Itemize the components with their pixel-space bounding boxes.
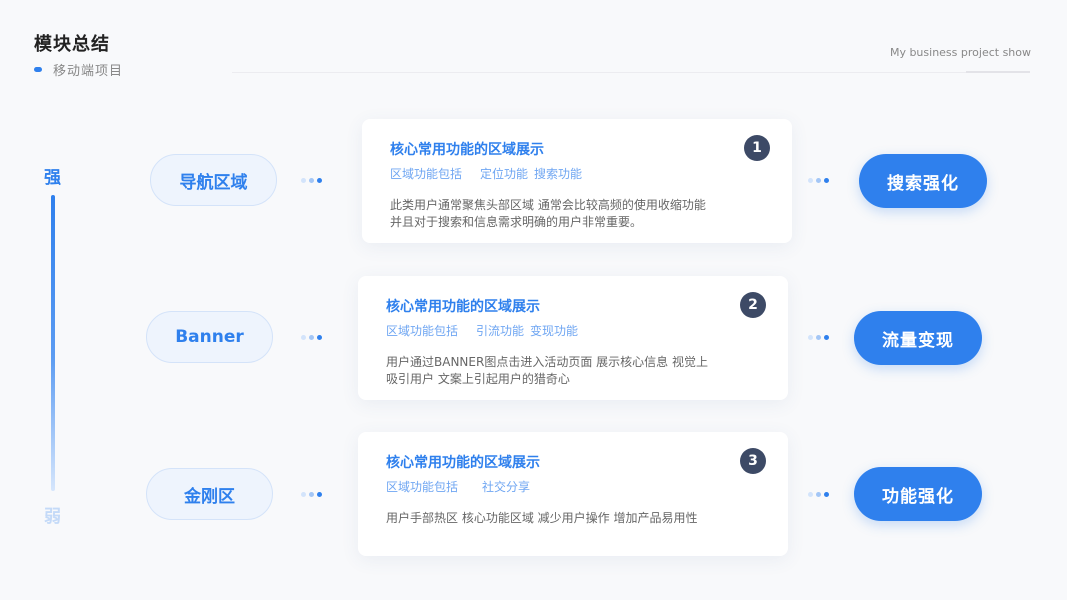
card-features: 区域功能包括 引流功能 变现功能 <box>386 322 584 339</box>
connector-dots-left <box>301 178 322 183</box>
card-title: 核心常用功能的区域展示 <box>386 455 540 471</box>
right-pill-label: 流量变现 <box>882 330 954 351</box>
left-pill-label: 金刚区 <box>184 486 235 507</box>
module-card: 核心常用功能的区域展示 区域功能包括 社交分享 用户手部热区 核心功能区域 减少… <box>358 432 788 556</box>
left-pill-nav-area[interactable]: 导航区域 <box>150 154 277 206</box>
connector-dots-right <box>808 178 829 183</box>
right-pill-label: 搜索强化 <box>887 173 959 194</box>
card-description: 用户手部热区 核心功能区域 减少用户操作 增加产品易用性 <box>386 510 764 527</box>
strength-strong-label: 强 <box>44 168 61 188</box>
subtitle-group: 移动端项目 <box>34 60 124 79</box>
right-pill-search-boost[interactable]: 搜索强化 <box>859 154 987 208</box>
connector-dots-left <box>301 492 322 497</box>
strength-weak-label: 弱 <box>44 507 61 527</box>
feature-item: 社交分享 <box>482 480 531 494</box>
features-label: 区域功能包括 <box>386 480 459 494</box>
card-description: 此类用户通常聚焦头部区域 通常会比较高频的使用收缩功能 并且对于搜索和信息需求明… <box>390 197 768 231</box>
feature-item: 变现功能 <box>530 324 579 338</box>
left-pill-label: Banner <box>175 327 244 347</box>
feature-item: 引流功能 <box>476 324 525 338</box>
features-label: 区域功能包括 <box>386 324 459 338</box>
card-features: 区域功能包括 社交分享 <box>386 478 536 495</box>
card-description-line: 此类用户通常聚焦头部区域 通常会比较高频的使用收缩功能 <box>390 198 706 212</box>
strength-gradient-bar <box>51 195 55 491</box>
header-english-caption: My business project show <box>889 46 1031 59</box>
feature-item: 定位功能 <box>480 167 529 181</box>
module-card: 核心常用功能的区域展示 区域功能包括 引流功能 变现功能 用户通过BANNER图… <box>358 276 788 400</box>
connector-dots-right <box>808 335 829 340</box>
card-features: 区域功能包括 定位功能 搜索功能 <box>390 165 588 182</box>
card-description-line: 并且对于搜索和信息需求明确的用户非常重要。 <box>390 215 643 229</box>
card-title: 核心常用功能的区域展示 <box>386 299 540 315</box>
feature-item: 搜索功能 <box>534 167 583 181</box>
connector-dots-right <box>808 492 829 497</box>
number-badge: 3 <box>740 448 766 474</box>
module-card: 核心常用功能的区域展示 区域功能包括 定位功能 搜索功能 此类用户通常聚焦头部区… <box>362 119 792 243</box>
features-label: 区域功能包括 <box>390 167 463 181</box>
card-description-line: 吸引用户 文案上引起用户的猎奇心 <box>386 372 570 386</box>
connector-dots-left <box>301 335 322 340</box>
page-subtitle: 移动端项目 <box>53 63 124 79</box>
subtitle-dot-icon <box>34 66 42 72</box>
number-badge: 1 <box>744 135 770 161</box>
page-title: 模块总结 <box>34 34 110 55</box>
right-pill-traffic-monetize[interactable]: 流量变现 <box>854 311 982 365</box>
card-description-line: 用户通过BANNER图点击进入活动页面 展示核心信息 视觉上 <box>386 355 708 369</box>
number-badge: 2 <box>740 292 766 318</box>
left-pill-kingkong-area[interactable]: 金刚区 <box>146 468 273 520</box>
card-description: 用户通过BANNER图点击进入活动页面 展示核心信息 视觉上 吸引用户 文案上引… <box>386 354 764 388</box>
right-pill-label: 功能强化 <box>882 486 954 507</box>
header-divider <box>232 72 1030 73</box>
card-title: 核心常用功能的区域展示 <box>390 142 544 158</box>
header-divider-accent <box>966 71 1030 73</box>
left-pill-banner[interactable]: Banner <box>146 311 273 363</box>
card-description-line: 用户手部热区 核心功能区域 减少用户操作 增加产品易用性 <box>386 511 698 525</box>
left-pill-label: 导航区域 <box>179 172 248 193</box>
right-pill-function-boost[interactable]: 功能强化 <box>854 467 982 521</box>
